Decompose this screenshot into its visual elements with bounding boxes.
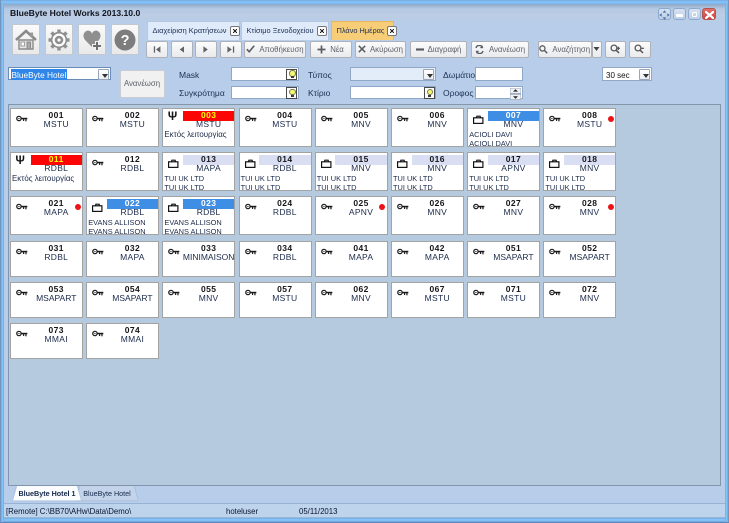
svg-text:?: ? <box>120 33 129 49</box>
